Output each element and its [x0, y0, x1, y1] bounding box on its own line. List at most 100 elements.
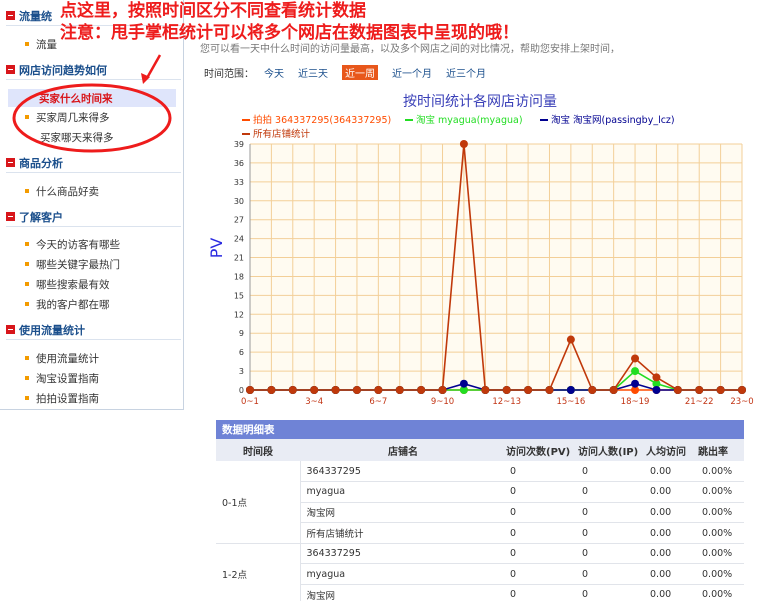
data-point: [631, 367, 640, 376]
sidebar-section-title: 商品分析: [19, 156, 63, 170]
annotation-line-1: 点这里，按照时间区分不同查看统计数据: [60, 1, 366, 21]
time-range-3days[interactable]: 近三天: [298, 65, 328, 80]
time-range-month[interactable]: 近一个月: [392, 65, 432, 80]
sidebar-item-label: 我的客户都在哪: [36, 298, 110, 311]
sidebar-item-paipai-guide[interactable]: 拍拍设置指南: [24, 390, 99, 406]
column-header-pv: 访问次数(PV): [506, 439, 578, 461]
legend-label: 拍拍 364337295(364337295): [253, 114, 391, 126]
sidebar-section-usage[interactable]: 使用流量统计: [6, 320, 181, 340]
table-header-row: 时间段 店铺名 访问次数(PV) 访问人数(IP) 人均访问 跳出率: [216, 439, 744, 461]
data-point: [331, 386, 340, 394]
value-cell: 0: [506, 481, 578, 503]
column-header-bounce: 跳出率: [698, 439, 744, 461]
x-tick-label: 3~4: [305, 397, 323, 407]
y-tick-label: 39: [234, 140, 244, 149]
sidebar-item-visitors[interactable]: 今天的访客有哪些: [24, 236, 120, 252]
value-cell: 0.00: [646, 584, 698, 601]
chart-legend: 拍拍 364337295(364337295) 淘宝 myagua(myagua)…: [242, 114, 675, 140]
bullet-icon: [25, 242, 29, 246]
value-cell: 0.00%: [698, 522, 744, 544]
value-cell: 0: [506, 522, 578, 544]
time-range-week[interactable]: 近一周: [342, 64, 378, 80]
data-point: [652, 373, 661, 382]
sidebar-item-label: 什么商品好卖: [36, 185, 99, 198]
sidebar-item-locations[interactable]: 我的客户都在哪: [24, 296, 110, 312]
sidebar-section-trend[interactable]: 网店访问趋势如何: [6, 60, 181, 80]
data-point: [566, 335, 575, 344]
time-range-selector: 时间范围： 今天 近三天 近一周 近一个月 近三个月: [204, 64, 500, 80]
sidebar-item-buyer-day[interactable]: 买家哪天来得多: [40, 129, 114, 145]
sidebar-item-label: 拍拍设置指南: [36, 392, 99, 405]
data-point: [352, 386, 361, 394]
y-tick-label: 15: [234, 291, 244, 300]
value-cell: 0.00%: [698, 481, 744, 503]
shop-cell: 所有店铺统计: [299, 522, 506, 544]
x-tick-label: 15~16: [556, 397, 585, 407]
collapse-icon[interactable]: [6, 325, 15, 334]
value-cell: 0.00: [646, 481, 698, 503]
table-body: 0-1点 364337295 0 0 0.00 0.00% myagua 0 0 0.00 0.00…: [216, 461, 744, 601]
value-cell: 0: [578, 502, 646, 524]
sidebar-item-label: 哪些搜索最有效: [36, 278, 110, 291]
y-tick-label: 36: [234, 159, 244, 168]
chart-y-axis-label: PV: [207, 238, 226, 259]
value-cell: 0.00%: [698, 563, 744, 586]
collapse-icon[interactable]: [6, 158, 15, 167]
y-tick-label: 0: [239, 386, 244, 395]
value-cell: 0: [578, 481, 646, 503]
sidebar-item-goods[interactable]: 什么商品好卖: [24, 183, 99, 199]
sidebar-item-usage[interactable]: 使用流量统计: [24, 350, 99, 366]
column-header-period: 时间段: [216, 439, 300, 461]
pv-line-chart: 按时间统计各网店访问量 拍拍 364337295(364337295) 淘宝 my…: [207, 94, 754, 407]
y-tick-label: 21: [234, 254, 244, 263]
bullet-icon: [25, 115, 29, 119]
y-tick-label: 12: [234, 310, 244, 319]
sidebar-item-searches[interactable]: 哪些搜索最有效: [24, 276, 110, 292]
sidebar-item-buyer-weekday[interactable]: 买家周几来得多: [24, 109, 110, 125]
sidebar-section-title: 了解客户: [19, 210, 63, 224]
data-point: [459, 140, 468, 148]
y-tick-label: 18: [234, 272, 244, 281]
collapse-icon[interactable]: [6, 65, 15, 74]
bullet-icon: [25, 376, 29, 380]
table-caption: 数据明细表: [216, 420, 744, 439]
value-cell: 0.00%: [698, 461, 744, 483]
y-tick-label: 9: [239, 329, 244, 338]
legend-label: 淘宝 淘宝网(passingby_lcz): [551, 114, 675, 126]
y-tick-label: 6: [239, 348, 244, 357]
data-point: [695, 386, 704, 394]
sidebar-section-title: 流量统: [19, 9, 52, 23]
sidebar-item-traffic[interactable]: 流量: [24, 36, 57, 52]
data-point: [417, 386, 426, 394]
time-range-today[interactable]: 今天: [264, 65, 284, 80]
sidebar-item-label: 今天的访客有哪些: [36, 238, 120, 251]
table-row: 0-1点 364337295 0 0 0.00 0.00%: [216, 461, 744, 544]
time-range-3months[interactable]: 近三个月: [446, 65, 486, 80]
value-cell: 0: [578, 563, 646, 586]
x-tick-label: 21~22: [685, 397, 714, 407]
x-tick-label: 0~1: [241, 397, 259, 407]
value-cell: 0: [506, 543, 578, 565]
collapse-icon[interactable]: [6, 212, 15, 221]
time-range-label: 时间范围：: [204, 68, 254, 80]
sidebar-section-goods[interactable]: 商品分析: [6, 153, 181, 173]
sidebar-item-buyer-time[interactable]: 买家什么时间来: [8, 89, 176, 107]
value-cell: 0: [506, 563, 578, 586]
data-point: [524, 386, 533, 394]
data-point: [588, 386, 597, 394]
table: 时间段 店铺名 访问次数(PV) 访问人数(IP) 人均访问 跳出率 0-1点 3…: [216, 439, 744, 601]
data-point: [673, 386, 682, 394]
plot-area: [250, 144, 742, 390]
collapse-icon[interactable]: [6, 11, 15, 20]
value-cell: 0: [506, 584, 578, 601]
column-header-avg: 人均访问: [646, 439, 698, 461]
sidebar-item-keywords[interactable]: 哪些关键字最热门: [24, 256, 120, 272]
sidebar-item-taobao-guide[interactable]: 淘宝设置指南: [24, 370, 99, 386]
sidebar-item-label: 使用流量统计: [36, 352, 99, 365]
column-header-ip: 访问人数(IP): [578, 439, 646, 461]
bullet-icon: [25, 396, 29, 400]
bullet-icon: [25, 302, 29, 306]
period-cell: 0-1点: [216, 461, 300, 544]
sidebar-section-customers[interactable]: 了解客户: [6, 207, 181, 227]
data-point: [288, 386, 297, 394]
